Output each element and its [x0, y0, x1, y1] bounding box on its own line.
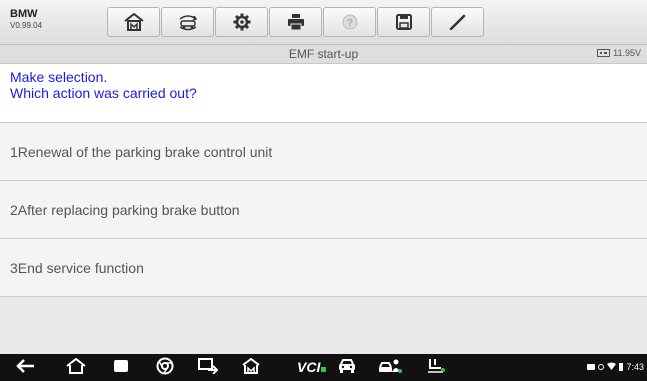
car-icon	[337, 358, 357, 379]
settings-button[interactable]	[215, 7, 268, 37]
option-label: 3End service function	[10, 260, 144, 276]
top-toolbar: BMW V0.99.04 ?	[0, 0, 647, 45]
vehicle-swap-button[interactable]	[161, 7, 214, 37]
software-version: V0.99.04	[10, 21, 43, 30]
help-icon: ?	[342, 14, 358, 30]
battery-icon	[597, 49, 611, 57]
option-replacing-brake-button[interactable]: 2After replacing parking brake button	[0, 181, 647, 239]
data-manager-icon	[426, 358, 446, 379]
remote-support-button[interactable]	[378, 358, 402, 379]
battery-level-icon	[619, 363, 624, 371]
title-bar: EMF start-up 11.95V	[0, 45, 647, 64]
diagnostic-home-button[interactable]	[240, 357, 262, 379]
browser-button[interactable]	[154, 357, 176, 380]
android-home-button[interactable]	[65, 357, 87, 379]
home-button[interactable]	[107, 7, 160, 37]
option-label: 1Renewal of the parking brake control un…	[10, 144, 273, 160]
connection-dot-icon	[321, 367, 327, 372]
garage-home-icon	[242, 357, 260, 379]
pen-button[interactable]	[431, 7, 484, 37]
page-title: EMF start-up	[288, 47, 359, 61]
print-button[interactable]	[269, 7, 322, 37]
option-end-service-function[interactable]: 3End service function	[0, 239, 647, 297]
option-renewal-control-unit[interactable]: 1Renewal of the parking brake control un…	[0, 123, 647, 181]
prompt-line-1: Make selection.	[10, 69, 108, 85]
clock: 7:43	[626, 362, 644, 372]
home-icon	[123, 13, 144, 31]
wifi-icon	[607, 362, 617, 372]
save-button[interactable]	[377, 7, 430, 37]
gear-icon	[233, 13, 251, 31]
prompt-line-2: Which action was carried out?	[10, 85, 197, 101]
chat-notification-icon	[587, 364, 596, 370]
vci-label: VCI	[297, 359, 321, 375]
vehicle-button[interactable]	[336, 358, 358, 378]
brand-name: BMW	[10, 8, 38, 20]
system-status-area: 7:43	[587, 362, 644, 372]
help-button[interactable]: ?	[323, 7, 376, 37]
save-icon	[395, 14, 412, 30]
system-nav-bar: VCI 7:43	[0, 354, 647, 381]
battery-status: 11.95V	[597, 48, 641, 58]
printer-icon	[287, 14, 305, 30]
browser-icon	[156, 357, 174, 380]
selection-prompt: Make selection. Which action was carried…	[0, 64, 647, 123]
vehicle-brand: BMW V0.99.04	[10, 8, 42, 31]
screen-cast-icon	[198, 357, 219, 379]
vci-status[interactable]: VCI	[297, 359, 327, 375]
svg-text:?: ?	[346, 18, 352, 29]
data-manager-button[interactable]	[425, 358, 447, 378]
recent-apps-icon	[113, 359, 129, 378]
vehicle-swap-icon	[177, 13, 199, 31]
battery-voltage: 11.95V	[613, 48, 641, 58]
settings-notification-icon	[598, 364, 605, 370]
recent-apps-button[interactable]	[110, 358, 132, 378]
home-icon	[66, 357, 86, 379]
option-label: 2After replacing parking brake button	[10, 202, 240, 218]
back-arrow-icon	[15, 358, 35, 378]
pen-icon	[449, 14, 467, 30]
screen-cast-button[interactable]	[197, 357, 219, 379]
back-button[interactable]	[14, 358, 36, 378]
remote-support-icon	[378, 358, 402, 379]
